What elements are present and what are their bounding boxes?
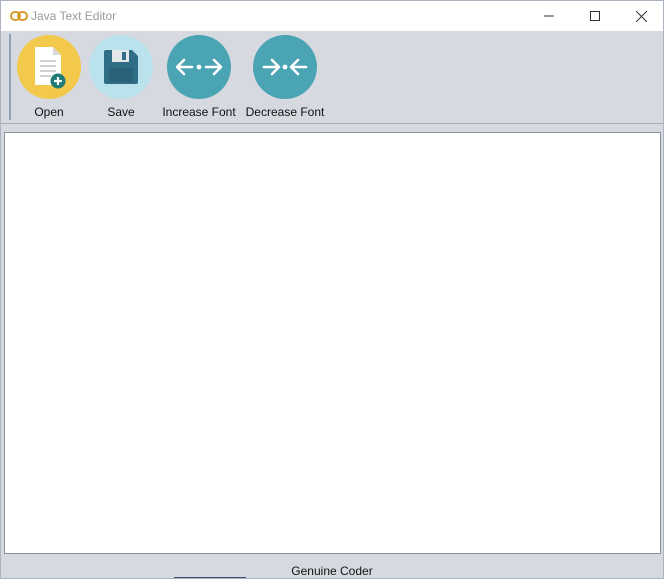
title-bar[interactable]: Java Text Editor <box>1 1 663 31</box>
minimize-icon <box>544 15 554 17</box>
decrease-font-button[interactable]: Decrease Font <box>242 35 328 119</box>
increase-font-button[interactable]: Increase Font <box>159 35 239 119</box>
toolbar-grip[interactable] <box>9 34 11 120</box>
maximize-button[interactable] <box>572 1 618 31</box>
toolbar: Open Save Increase Font Decrease Font <box>1 31 663 123</box>
increase-font-circle <box>167 35 231 99</box>
increase-font-label: Increase Font <box>162 105 236 119</box>
status-text: Genuine Coder <box>291 564 373 578</box>
save-label: Save <box>107 105 135 119</box>
save-button[interactable]: Save <box>87 35 155 119</box>
save-button-circle <box>89 35 153 99</box>
status-bar: Genuine Coder <box>1 559 663 578</box>
close-button[interactable] <box>618 1 663 31</box>
open-button-circle <box>17 35 81 99</box>
close-icon <box>635 10 647 22</box>
window-title: Java Text Editor <box>31 9 117 23</box>
chain-link-icon <box>10 11 28 21</box>
editor-textarea[interactable] <box>4 132 661 554</box>
minimize-button[interactable] <box>526 1 572 31</box>
status-accent-line <box>174 577 246 578</box>
document-add-icon <box>35 47 66 89</box>
expand-arrows-icon <box>175 58 223 76</box>
toolbar-divider <box>1 123 663 124</box>
app-window: Java Text Editor Open Save Increase Font… <box>0 0 664 579</box>
collapse-arrows-icon <box>262 58 308 76</box>
decrease-font-circle <box>253 35 317 99</box>
open-button[interactable]: Open <box>15 35 83 119</box>
decrease-font-label: Decrease Font <box>245 105 325 119</box>
open-label: Open <box>34 105 64 119</box>
maximize-icon <box>590 11 600 21</box>
floppy-disk-icon <box>104 50 138 84</box>
